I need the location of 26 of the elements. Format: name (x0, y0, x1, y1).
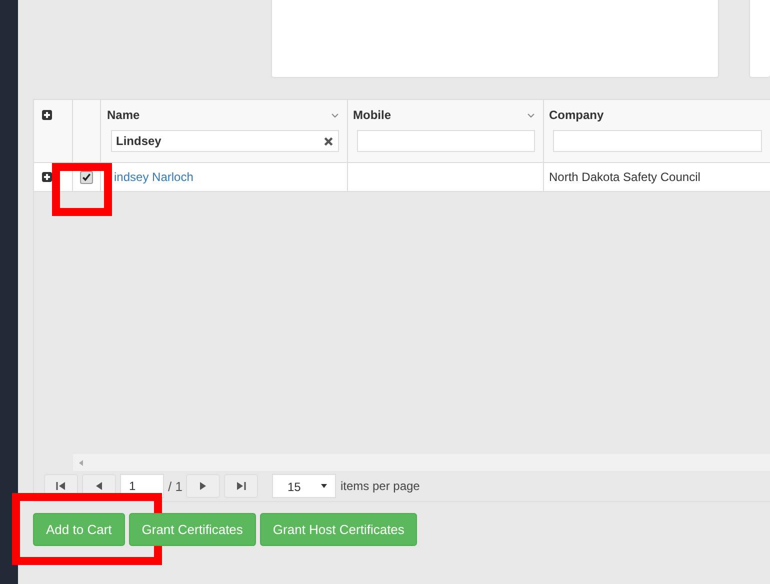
row-checkbox[interactable] (80, 170, 93, 184)
chevron-down-icon[interactable] (527, 112, 535, 118)
first-page-icon (56, 481, 66, 491)
last-page-icon (236, 481, 246, 491)
page-total: / 1 (168, 478, 182, 494)
triangle-right-icon (198, 481, 208, 491)
name-link[interactable]: indsey Narloch (114, 170, 194, 184)
expand-all-icon[interactable] (42, 110, 52, 120)
filter-field[interactable] (553, 130, 762, 152)
last-page-button[interactable] (224, 474, 258, 498)
expand-row-icon[interactable] (42, 172, 52, 182)
clear-icon[interactable] (324, 136, 333, 146)
next-page-button[interactable] (186, 474, 220, 498)
horizontal-scrollbar[interactable] (73, 454, 770, 471)
table-cell: North Dakota Safety Council (549, 170, 700, 184)
filter-field[interactable]: Lindsey (111, 130, 339, 152)
filter-field[interactable] (357, 130, 535, 152)
column-header[interactable]: Company (549, 108, 604, 122)
items-per-page-label: items per page (340, 479, 420, 493)
highlight-frame (52, 163, 112, 216)
dropdown-arrow-icon (321, 484, 328, 488)
column-header[interactable]: Mobile (353, 108, 391, 122)
triangle-left-icon (94, 481, 104, 491)
column-header[interactable]: Name (107, 108, 140, 122)
page-size-dropdown[interactable]: 15 (272, 474, 336, 498)
chevron-down-icon[interactable] (331, 112, 339, 118)
